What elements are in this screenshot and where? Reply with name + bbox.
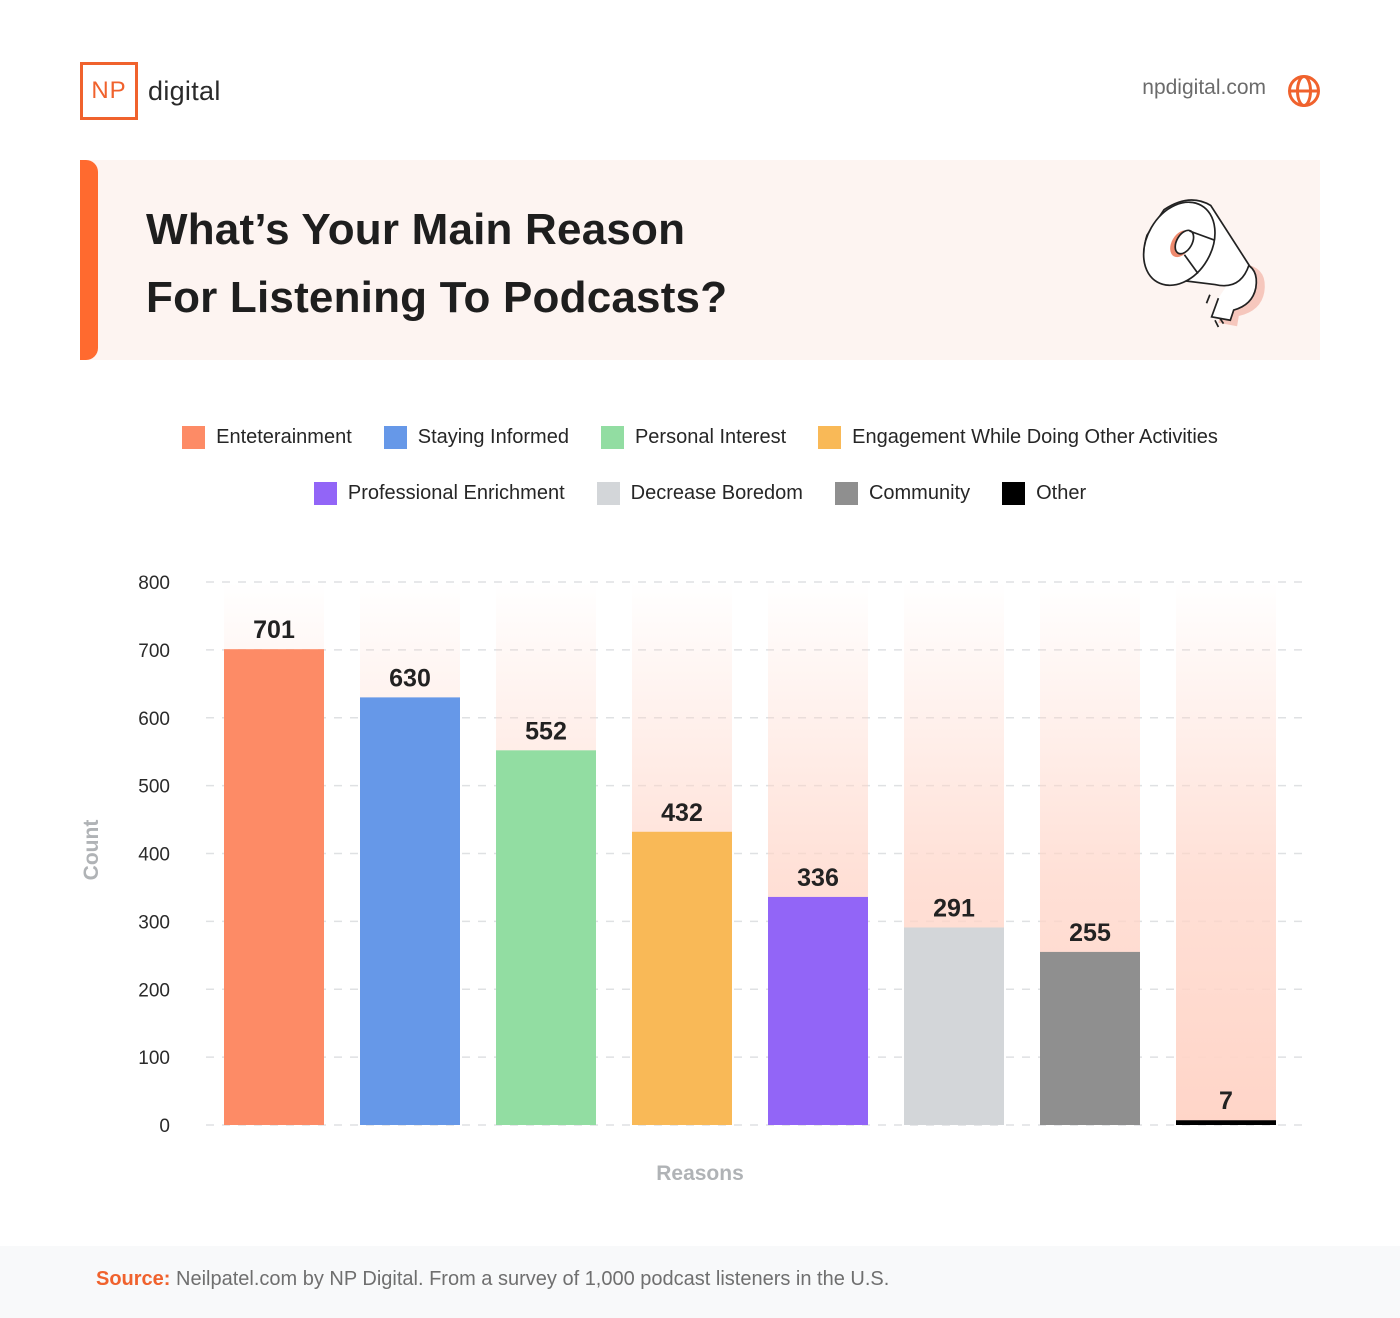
y-tick-label: 800 [138, 573, 170, 594]
legend-item[interactable]: Staying Informed [383, 426, 569, 449]
bar[interactable] [224, 649, 324, 1125]
bar-value-label: 552 [525, 717, 567, 745]
megaphone-icon [1142, 199, 1265, 328]
x-axis-title: Reasons [656, 1162, 744, 1185]
chart-title-line-1: What’s Your Main Reason [146, 205, 686, 254]
logo-text: digital [148, 75, 221, 106]
legend-swatch [1002, 482, 1026, 505]
legend-label: Professional Enrichment [347, 482, 565, 504]
bar[interactable] [904, 927, 1004, 1125]
source-note: Source: Neilpatel.com by NP Digital. Fro… [96, 1268, 889, 1291]
source-label: Source: [96, 1268, 171, 1290]
legend-label: Engagement While Doing Other Activities [852, 426, 1218, 448]
bar-value-label: 7 [1219, 1087, 1233, 1115]
bar[interactable] [1040, 951, 1140, 1125]
bar-value-label: 336 [797, 864, 839, 892]
legend-item[interactable]: Other [1002, 482, 1086, 505]
legend-item[interactable]: Engagement While Doing Other Activities [818, 426, 1218, 449]
legend-label: Community [868, 482, 971, 504]
legend-item[interactable]: Enteterainment [182, 426, 352, 449]
legend-label: Staying Informed [417, 426, 569, 448]
bar[interactable] [768, 896, 868, 1125]
legend-item[interactable]: Decrease Boredom [596, 482, 803, 505]
legend-swatch [313, 482, 337, 505]
globe-icon [1288, 75, 1320, 107]
chart-title-line-2: For Listening To Podcasts? [146, 273, 728, 322]
y-tick-label: 0 [159, 1116, 170, 1137]
y-tick-label: 500 [138, 777, 170, 798]
bar[interactable] [360, 697, 460, 1125]
y-tick-label: 600 [138, 709, 170, 730]
legend-item[interactable]: Professional Enrichment [313, 482, 565, 505]
legend-label: Other [1036, 482, 1087, 504]
y-tick-label: 100 [138, 1048, 170, 1069]
bar-background [1176, 582, 1276, 1125]
y-axis-title: Count [80, 820, 103, 881]
bar-chart: 701 630 552 432 336 291 255 7 0 100 200 300 400 500 6… [80, 573, 1305, 1185]
legend-item[interactable]: Personal Interest [600, 426, 787, 449]
legend-row-1: Enteterainment Staying Informed Personal I… [0, 426, 1400, 449]
legend-item[interactable]: Community [834, 482, 971, 505]
bar[interactable] [496, 750, 596, 1125]
legend-swatch [818, 426, 842, 449]
legend-row-2: Professional Enrichment Decrease Boredom C… [0, 482, 1400, 505]
legend-swatch [596, 482, 620, 505]
source-text: Neilpatel.com by NP Digital. From a surv… [170, 1268, 890, 1290]
y-tick-label: 700 [138, 641, 170, 662]
logo-mark: NP [80, 62, 138, 120]
bar-value-label: 432 [661, 799, 703, 827]
y-tick-label: 300 [138, 912, 170, 933]
bar-value-label: 701 [253, 616, 295, 644]
y-tick-label: 400 [138, 845, 170, 866]
site-url[interactable]: npdigital.com [1142, 76, 1266, 100]
chart-title: What’s Your Main Reason For Listening To… [146, 196, 727, 332]
legend-label: Personal Interest [634, 426, 787, 448]
legend-swatch [383, 426, 407, 449]
bar-value-label: 291 [933, 894, 975, 922]
bar-value-label: 630 [389, 664, 431, 692]
bar[interactable] [632, 831, 732, 1125]
legend-label: Decrease Boredom [630, 482, 803, 504]
bar-value-label: 255 [1069, 919, 1111, 947]
legend-swatch [834, 482, 858, 505]
np-digital-logo: NP digital [80, 62, 221, 120]
legend-label: Enteterainment [216, 426, 352, 448]
y-tick-label: 200 [138, 980, 170, 1001]
legend-swatch [600, 426, 624, 449]
banner-accent-bar [80, 160, 98, 360]
bar[interactable] [1176, 1120, 1276, 1125]
legend-swatch [182, 426, 206, 449]
